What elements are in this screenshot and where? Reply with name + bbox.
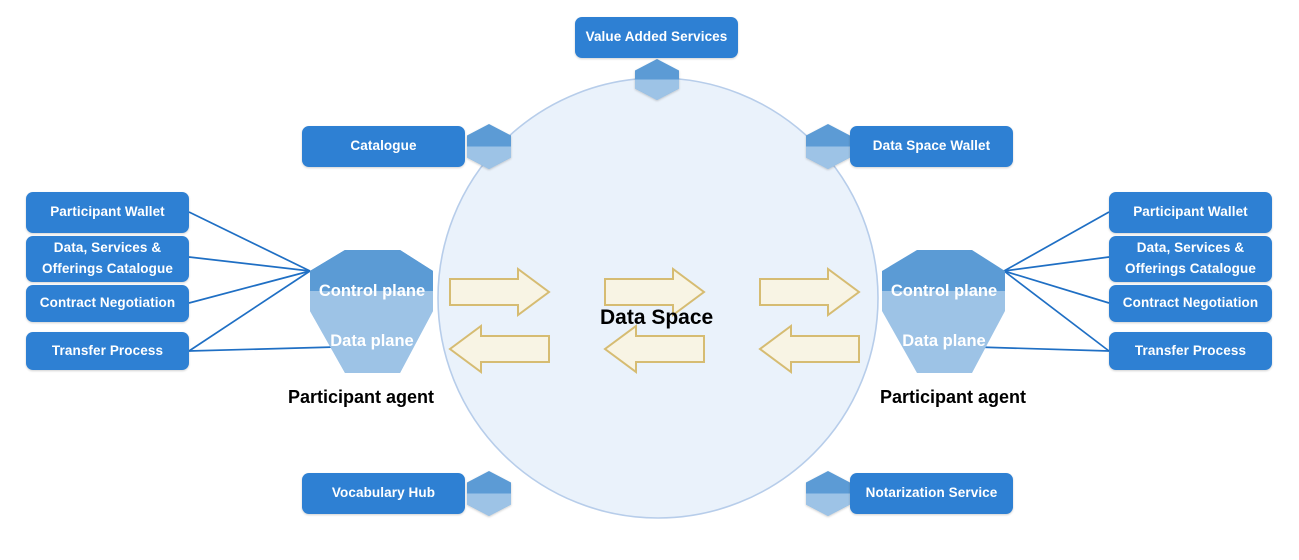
connector-right-contract-negotiation — [1003, 270, 1110, 304]
perimeter-hex-vocabulary-hub — [467, 471, 511, 516]
agent-right-caption: Participant agent — [880, 387, 1026, 408]
service-box-label: Catalogue — [350, 138, 417, 154]
control-plane-text: Control plane — [890, 282, 998, 300]
capability-box-left-contract-negotiation[interactable]: Contract Negotiation — [26, 285, 189, 322]
service-box-notarization-service[interactable]: Notarization Service — [850, 473, 1013, 514]
capability-box-right-transfer-process[interactable]: Transfer Process — [1109, 332, 1272, 370]
connector-left-participant-wallet — [188, 211, 311, 272]
capability-box-left-offerings-catalogue[interactable]: Data, Services & Offerings Catalogue — [26, 236, 189, 282]
agent-hexagon-left — [310, 250, 433, 373]
capability-label: Contract Negotiation — [1122, 295, 1259, 311]
agent-caption-text: Participant agent — [880, 387, 1027, 407]
service-box-vocabulary-hub[interactable]: Vocabulary Hub — [302, 473, 465, 514]
connector-left-transfer-process-diag — [188, 270, 311, 352]
agent-right-control-plane-label: Control plane — [885, 282, 1003, 301]
diagram-canvas: Value Added Services Catalogue Data Spac… — [0, 0, 1299, 560]
service-box-data-space-wallet[interactable]: Data Space Wallet — [850, 126, 1013, 167]
agent-left-control-plane-label: Control plane — [313, 282, 431, 301]
capability-label: Contract Negotiation — [39, 295, 176, 311]
service-box-label: Data Space Wallet — [872, 138, 991, 154]
capability-label-line2: Offerings Catalogue — [42, 261, 173, 276]
capability-box-right-participant-wallet[interactable]: Participant Wallet — [1109, 192, 1272, 233]
capability-box-left-transfer-process[interactable]: Transfer Process — [26, 332, 189, 370]
perimeter-hex-notarization-service — [806, 471, 850, 516]
capability-label: Participant Wallet — [1133, 204, 1248, 220]
agent-left-caption: Participant agent — [288, 387, 434, 408]
capability-label: Transfer Process — [1134, 342, 1247, 358]
capability-label-line1: Data, Services & — [53, 240, 162, 256]
connector-right-offerings-catalogue — [1003, 256, 1110, 272]
service-box-label: Value Added Services — [585, 29, 728, 45]
data-plane-text: Data plane — [330, 332, 414, 350]
agent-hexagon-right — [882, 250, 1005, 373]
capability-label-line1: Data, Services & — [1136, 240, 1245, 256]
capability-box-right-offerings-catalogue[interactable]: Data, Services & Offerings Catalogue — [1109, 236, 1272, 282]
capability-box-right-contract-negotiation[interactable]: Contract Negotiation — [1109, 285, 1272, 322]
capability-label-line2: Offerings Catalogue — [1125, 261, 1256, 276]
agent-right-data-plane-label: Data plane — [885, 332, 1003, 351]
agent-caption-text: Participant agent — [288, 387, 435, 407]
service-box-label: Notarization Service — [865, 485, 998, 501]
service-box-catalogue[interactable]: Catalogue — [302, 126, 465, 167]
capability-label: Participant Wallet — [50, 204, 165, 220]
data-space-text: Data Space — [600, 306, 714, 329]
connector-right-transfer-process-diag — [1003, 270, 1110, 352]
connector-left-offerings-catalogue — [188, 256, 311, 272]
service-box-value-added-services[interactable]: Value Added Services — [575, 17, 738, 58]
service-box-label: Vocabulary Hub — [331, 485, 436, 501]
data-plane-text: Data plane — [902, 332, 986, 350]
diagram-vector-layer — [188, 59, 1110, 519]
agent-left-data-plane-label: Data plane — [313, 332, 431, 351]
capability-box-left-participant-wallet[interactable]: Participant Wallet — [26, 192, 189, 233]
connector-right-participant-wallet — [1003, 211, 1110, 272]
data-space-center-label: Data Space — [600, 306, 713, 330]
control-plane-text: Control plane — [318, 282, 426, 300]
connector-left-contract-negotiation — [188, 270, 311, 304]
capability-label: Transfer Process — [51, 342, 164, 358]
